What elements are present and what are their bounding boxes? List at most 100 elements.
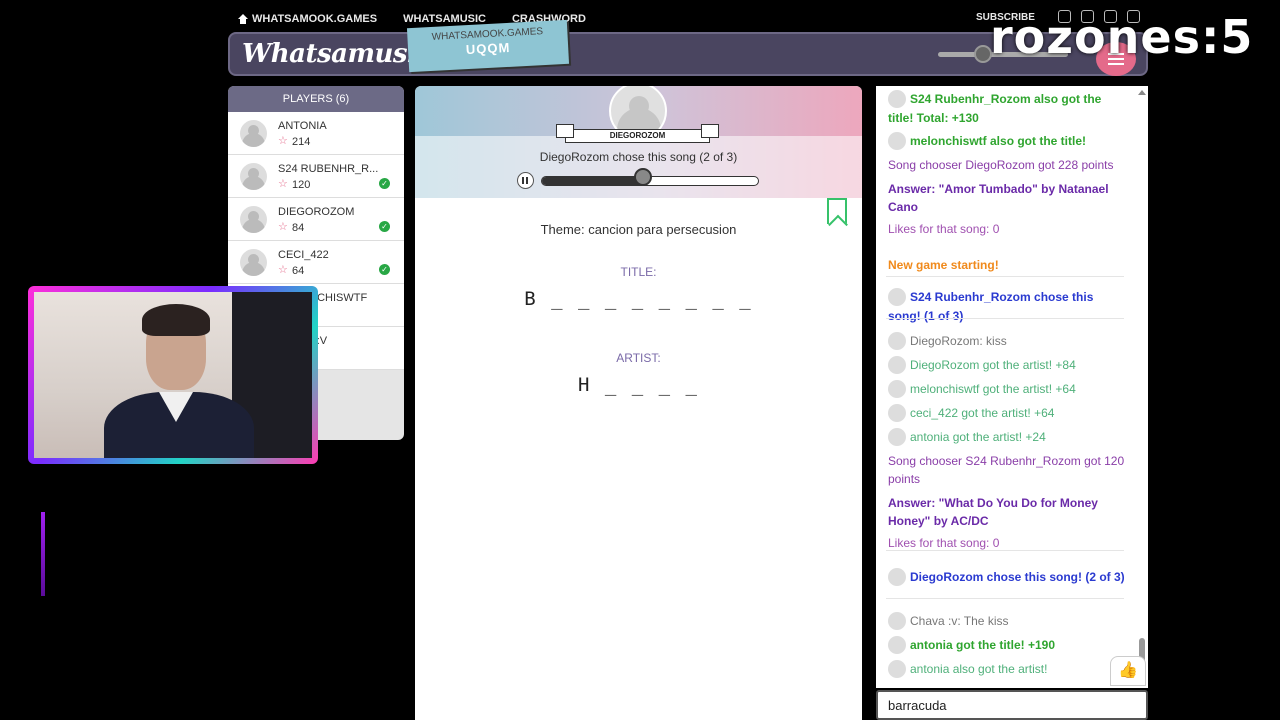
chat-message-text: S24 Rubenhr_Rozom also got the title! To…: [888, 92, 1102, 125]
avatar: [888, 287, 906, 306]
artist-hint: H _ _ _ _: [578, 374, 699, 396]
avatar: [888, 567, 906, 586]
stream-overlay-counter: rozones:5: [990, 10, 1254, 64]
chat-message: melonchiswtf also got the title!: [888, 131, 1128, 151]
player-row[interactable]: DIEGOROZOM ☆ 84 ✓: [228, 198, 404, 241]
chat-message-text: New game starting!: [888, 258, 999, 272]
song-theme: Theme: cancion para persecusion: [540, 222, 737, 237]
chat-message-text: melonchiswtf got the artist! +64: [910, 382, 1076, 396]
chat-message: melonchiswtf got the artist! +64: [888, 379, 1128, 399]
app-logo[interactable]: Whatsamusic: [242, 39, 432, 69]
like-button[interactable]: 👍: [1110, 656, 1146, 686]
chat-message-text: Song chooser S24 Rubenhr_Rozom got 120 p…: [888, 454, 1125, 486]
chat-divider: [886, 276, 1124, 277]
chat-scrollbar[interactable]: [1137, 86, 1147, 686]
chat-message-text: melonchiswtf also got the title!: [910, 134, 1087, 148]
player-score: 64: [292, 265, 305, 277]
chat-message-text: Chava :v: The kiss: [910, 614, 1009, 628]
chat-message-text: Answer: "What Do You Do for Money Honey"…: [888, 496, 1098, 528]
chat-message-text: Song chooser DiegoRozom got 228 points: [888, 158, 1114, 172]
chat-message-text: Likes for that song: 0: [888, 536, 1000, 550]
star-icon: ☆: [278, 221, 288, 233]
thumbs-up-icon: 👍: [1118, 662, 1138, 679]
chat-message: antonia also got the artist!: [888, 659, 1128, 679]
player-name: ANTONIA: [278, 120, 327, 132]
player-score: 84: [292, 222, 305, 234]
chat-message: DiegoRozom: kiss: [888, 331, 1128, 351]
chat-message-text: antonia got the artist! +24: [910, 430, 1046, 444]
room-badge: WHATSAMOOK.GAMES UQQM: [406, 19, 570, 73]
chat-message: antonia got the artist! +24: [888, 427, 1128, 447]
artist-label: ARTIST:: [616, 351, 661, 365]
chat-message-text: DiegoRozom chose this song! (2 of 3): [910, 570, 1125, 584]
webcam-overlay: [28, 286, 318, 464]
avatar: [888, 379, 906, 398]
avatar: [888, 635, 906, 654]
avatar: [888, 611, 906, 630]
player-row[interactable]: S24 RUBENHR_R... ☆ 120 ✓: [228, 155, 404, 198]
chat-message: S24 Rubenhr_Rozom also got the title! To…: [888, 89, 1128, 127]
player-score: 214: [292, 136, 311, 148]
chat-message-text: Likes for that song: 0: [888, 222, 1000, 236]
chat-message: DiegoRozom chose this song! (2 of 3): [888, 567, 1128, 587]
player-row[interactable]: ANTONIA ☆ 214: [228, 112, 404, 155]
avatar: [888, 355, 906, 374]
chat-message: DiegoRozom got the artist! +84: [888, 355, 1128, 375]
chat-divider: [886, 318, 1124, 319]
chat-message: Chava :v: The kiss: [888, 611, 1128, 631]
chat-message-text: DiegoRozom: kiss: [910, 334, 1007, 348]
nav-link-whatsamusic[interactable]: WHATSAMUSIC: [403, 13, 486, 25]
song-header: DIEGOROZOM DiegoRozom chose this song (2…: [415, 86, 862, 198]
avatar: [240, 163, 267, 190]
avatar: [888, 89, 906, 108]
bookmark-icon[interactable]: [827, 198, 847, 224]
players-heading: PLAYERS (6): [228, 86, 404, 112]
title-hint: B _ _ _ _ _ _ _ _: [524, 288, 753, 310]
check-icon: ✓: [379, 178, 390, 189]
chat-message: Likes for that song: 0: [888, 220, 1128, 238]
avatar: [888, 403, 906, 422]
avatar: [888, 131, 906, 150]
chat-message: Answer: "What Do You Do for Money Honey"…: [888, 494, 1128, 530]
chat-message: antonia got the title! +190: [888, 635, 1128, 655]
player-name: CECI_422: [278, 249, 329, 261]
home-icon: [238, 14, 248, 24]
guess-input[interactable]: [876, 690, 1148, 720]
avatar: [240, 120, 267, 147]
player-name: DIEGOROZOM: [278, 206, 355, 218]
avatar: [240, 206, 267, 233]
avatar: [888, 427, 906, 446]
check-icon: ✓: [379, 264, 390, 275]
avatar: [888, 659, 906, 678]
decorative-bar: [41, 512, 45, 596]
nav-link-label: WHATSAMOOK.GAMES: [252, 13, 378, 25]
chat-message-text: antonia got the title! +190: [910, 638, 1056, 652]
pause-button[interactable]: [517, 172, 534, 189]
chooser-status: DiegoRozom chose this song (2 of 3): [539, 150, 738, 164]
chat-message-text: DiegoRozom got the artist! +84: [910, 358, 1076, 372]
star-icon: ☆: [278, 264, 288, 276]
star-icon: ☆: [278, 135, 288, 147]
title-label: TITLE:: [620, 265, 657, 279]
check-icon: ✓: [379, 221, 390, 232]
chat-message-text: ceci_422 got the artist! +64: [910, 406, 1055, 420]
game-panel: DIEGOROZOM DiegoRozom chose this song (2…: [415, 86, 862, 720]
chat-message: Song chooser S24 Rubenhr_Rozom got 120 p…: [888, 452, 1128, 488]
player-score: 120: [292, 179, 311, 191]
nav-link-whatsamook[interactable]: WHATSAMOOK.GAMES: [238, 13, 377, 25]
chat-message: S24 Rubenhr_Rozom chose this song! (1 of…: [888, 287, 1128, 325]
avatar: [888, 331, 906, 350]
star-icon: ☆: [278, 178, 288, 190]
chat-message: Song chooser DiegoRozom got 228 points: [888, 156, 1128, 174]
chat-divider: [886, 598, 1124, 599]
chat-message-text: Answer: "Amor Tumbado" by Natanael Cano: [888, 182, 1109, 214]
chooser-name-ribbon: DIEGOROZOM: [556, 124, 719, 143]
chat-panel: S24 Rubenhr_Rozom also got the title! To…: [876, 86, 1148, 688]
player-row[interactable]: CECI_422 ☆ 64 ✓: [228, 241, 404, 284]
chat-message: Answer: "Amor Tumbado" by Natanael Cano: [888, 180, 1128, 216]
chat-divider: [886, 550, 1124, 551]
scroll-up-icon[interactable]: [1138, 90, 1146, 95]
webcam-feed: [34, 292, 312, 458]
player-name: S24 RUBENHR_R...: [278, 163, 378, 175]
chat-message: ceci_422 got the artist! +64: [888, 403, 1128, 423]
